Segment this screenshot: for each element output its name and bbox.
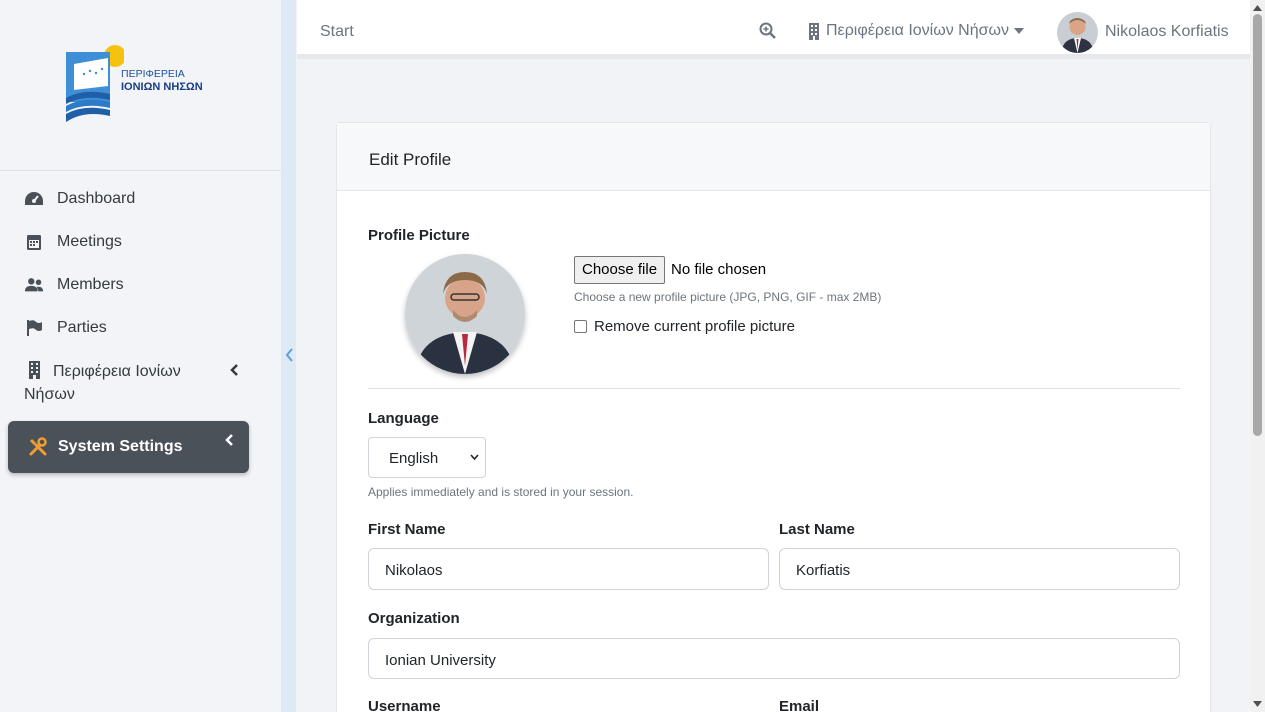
region-logo[interactable]: ΠΕΡΙΦΕΡΕΙΑ ΙΟΝΙΩΝ ΝΗΣΩΝ xyxy=(64,44,214,126)
user-avatar[interactable] xyxy=(1057,12,1098,53)
sidebar-item-members[interactable]: Members xyxy=(24,276,124,294)
remove-picture-option[interactable]: Remove current profile picture xyxy=(574,318,795,335)
organization-value: Ionian University xyxy=(385,652,496,669)
caret-down-icon xyxy=(1014,28,1024,34)
logo-text: ΠΕΡΙΦΕΡΕΙΑ ΙΟΝΙΩΝ ΝΗΣΩΝ xyxy=(121,68,203,94)
zoom-in-icon[interactable] xyxy=(759,22,777,40)
top-navbar: Start Περιφέρεια Ιονίων Νήσων Nikolaos K… xyxy=(297,0,1250,59)
choose-file-button[interactable]: Choose file xyxy=(574,256,666,284)
email-label: Email xyxy=(779,698,820,712)
sidebar-item-label-line-2: Νήσων xyxy=(24,386,75,403)
logo-emblem-icon xyxy=(66,45,126,122)
breadcrumb-start[interactable]: Start xyxy=(320,23,354,41)
chevron-left-icon xyxy=(225,434,233,446)
sidebar-divider xyxy=(0,170,281,171)
language-select[interactable]: English xyxy=(368,437,486,478)
building-icon xyxy=(809,22,819,40)
logo-line-1: ΠΕΡΙΦΕΡΕΙΑ xyxy=(121,68,185,80)
collapse-sidebar-icon[interactable] xyxy=(284,347,294,363)
language-label: Language xyxy=(368,410,439,427)
last-name-label: Last Name xyxy=(779,521,855,538)
file-status-text: No file chosen xyxy=(671,261,767,278)
page-scrollbar[interactable] xyxy=(1250,0,1265,712)
language-help-text: Applies immediately and is stored in you… xyxy=(368,485,634,499)
organization-field[interactable]: Ionian University xyxy=(368,638,1180,679)
profile-picture-label: Profile Picture xyxy=(368,227,470,244)
sidebar-item-label: System Settings xyxy=(58,438,183,455)
remove-picture-checkbox[interactable] xyxy=(574,320,587,333)
user-name[interactable]: Nikolaos Korfiatis xyxy=(1105,23,1229,41)
sidebar-item-label: Parties xyxy=(57,319,107,336)
scroll-up-arrow-icon[interactable] xyxy=(1253,4,1262,12)
card-title: Edit Profile xyxy=(337,123,1210,191)
chevron-left-icon xyxy=(230,364,238,376)
last-name-value: Korfiatis xyxy=(796,562,851,579)
edit-profile-card: Edit Profile Profile Picture Choose file… xyxy=(336,122,1211,712)
chevron-down-icon xyxy=(470,454,479,460)
building-icon xyxy=(29,361,40,379)
sidebar-item-label: Meetings xyxy=(57,233,122,250)
first-name-field[interactable]: Nikolaos xyxy=(368,548,769,590)
users-icon xyxy=(24,278,44,292)
username-label: Username xyxy=(368,698,441,712)
tools-icon xyxy=(29,437,47,456)
first-name-value: Nikolaos xyxy=(385,562,443,579)
flag-icon xyxy=(27,320,42,336)
profile-photo-icon xyxy=(405,254,525,374)
sidebar-item-system-settings[interactable]: System Settings xyxy=(8,421,249,473)
sidebar-item-region[interactable]: Περιφέρεια Ιονίων Νήσων xyxy=(24,360,244,406)
sidebar-item-parties[interactable]: Parties xyxy=(24,319,107,337)
file-help-text: Choose a new profile picture (JPG, PNG, … xyxy=(574,290,882,304)
sidebar-item-label-line-1: Περιφέρεια Ιονίων xyxy=(53,363,181,380)
first-name-label: First Name xyxy=(368,521,446,538)
sidebar-item-meetings[interactable]: Meetings xyxy=(24,233,122,251)
region-dropdown[interactable]: Περιφέρεια Ιονίων Νήσων xyxy=(807,22,1024,40)
section-divider xyxy=(368,388,1180,389)
user-photo-icon xyxy=(1057,12,1098,53)
logo-line-2: ΙΟΝΙΩΝ ΝΗΣΩΝ xyxy=(121,81,203,93)
sidebar-item-label: Dashboard xyxy=(57,190,136,207)
remove-picture-label[interactable]: Remove current profile picture xyxy=(594,318,795,335)
tachometer-icon xyxy=(25,192,43,205)
sidebar-item-label: Members xyxy=(57,276,124,293)
organization-label: Organization xyxy=(368,610,460,627)
scrollbar-thumb[interactable] xyxy=(1253,14,1262,436)
sidebar-item-dashboard[interactable]: Dashboard xyxy=(24,190,135,208)
scroll-down-arrow-icon[interactable] xyxy=(1253,700,1262,708)
sidebar: ΠΕΡΙΦΕΡΕΙΑ ΙΟΝΙΩΝ ΝΗΣΩΝ Dashboard Meetin… xyxy=(0,0,281,712)
language-select-value: English xyxy=(389,450,439,467)
region-dropdown-label: Περιφέρεια Ιονίων Νήσων xyxy=(826,22,1009,39)
profile-picture xyxy=(405,254,525,374)
last-name-field[interactable]: Korfiatis xyxy=(779,548,1180,590)
calendar-icon xyxy=(27,235,41,250)
